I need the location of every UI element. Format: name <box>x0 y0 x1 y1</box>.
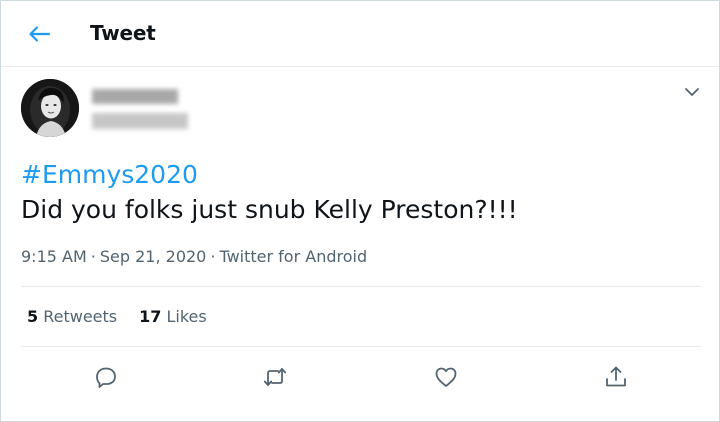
page-title: Tweet <box>90 21 156 45</box>
tweet-time[interactable]: 9:15 AM <box>21 247 87 266</box>
retweets-count: 5 <box>27 307 39 326</box>
divider <box>21 346 701 347</box>
likes-stat[interactable]: 17 Likes <box>139 307 207 326</box>
retweets-stat[interactable]: 5 Retweets <box>27 307 117 326</box>
retweet-icon <box>263 368 287 386</box>
meta-separator: · <box>90 247 96 266</box>
tweet-meta: 9:15 AM · Sep 21, 2020 · Twitter for Android <box>21 247 367 266</box>
avatar-image <box>21 79 79 137</box>
meta-separator: · <box>210 247 216 266</box>
tweet-stats: 5 Retweets 17 Likes <box>27 307 207 326</box>
arrow-left-icon <box>29 26 51 42</box>
like-icon <box>435 367 457 387</box>
reply-button[interactable] <box>93 364 119 390</box>
likes-count: 17 <box>139 307 162 326</box>
tweet-menu-button[interactable] <box>681 81 703 103</box>
reply-icon <box>96 367 116 388</box>
tweet-source[interactable]: Twitter for Android <box>219 247 367 266</box>
chevron-down-icon <box>685 88 699 96</box>
likes-label: Likes <box>166 307 207 326</box>
hashtag-link[interactable]: #Emmys2020 <box>21 160 198 189</box>
tweet-text: Did you folks just snub Kelly Preston?!!… <box>21 195 518 224</box>
share-button[interactable] <box>603 364 629 390</box>
tweet-page: Tweet #Emmys2020 Did you folks just snub… <box>0 0 720 422</box>
retweets-label: Retweets <box>43 307 118 326</box>
tweet-date[interactable]: Sep 21, 2020 <box>100 247 207 266</box>
top-bar: Tweet <box>1 1 719 67</box>
divider <box>21 286 701 287</box>
author-handle-redacted <box>92 113 188 129</box>
author-name-redacted <box>92 89 178 104</box>
share-icon <box>606 366 626 387</box>
back-button[interactable] <box>25 20 53 48</box>
avatar[interactable] <box>21 79 79 137</box>
retweet-button[interactable] <box>262 364 288 390</box>
like-button[interactable] <box>433 364 459 390</box>
